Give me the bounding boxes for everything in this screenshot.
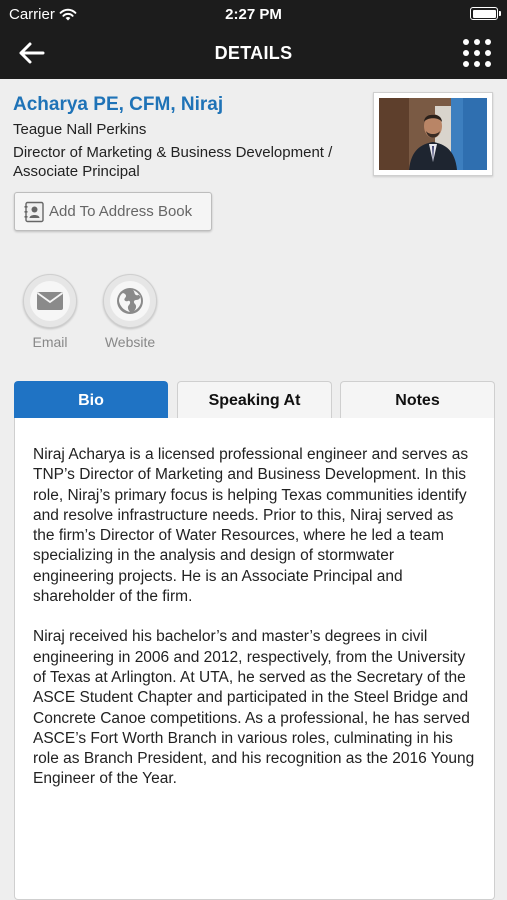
email-label: Email xyxy=(32,334,68,350)
grid-dot xyxy=(463,50,469,56)
page-title: DETAILS xyxy=(214,43,293,63)
grid-dot xyxy=(485,39,491,45)
grid-dot xyxy=(485,50,491,56)
job-title: Director of Marketing & Business Develop… xyxy=(13,144,333,180)
contact-name: Acharya PE, CFM, Niraj xyxy=(13,94,224,115)
globe-icon xyxy=(117,288,143,314)
add-to-address-book-label: Add To Address Book xyxy=(49,203,193,220)
grid-dot xyxy=(485,61,491,67)
details-content: Acharya PE, CFM, Niraj Teague Nall Perki… xyxy=(0,79,507,900)
grid-dot xyxy=(463,61,469,67)
website-circle-button[interactable] xyxy=(103,274,157,328)
website-label: Website xyxy=(104,334,156,350)
navigation-bar: DETAILS xyxy=(0,28,507,79)
add-to-address-book-button[interactable]: Add To Address Book xyxy=(14,192,212,231)
company-name: Teague Nall Perkins xyxy=(13,121,147,138)
tab-notes[interactable]: Notes xyxy=(340,381,495,419)
grid-dot xyxy=(474,61,480,67)
bio-paragraph: Niraj received his bachelor’s and master… xyxy=(33,628,475,788)
tab-bio[interactable]: Bio xyxy=(14,381,168,419)
profile-photo xyxy=(373,92,493,176)
menu-grid-button[interactable] xyxy=(463,39,491,67)
bio-paragraph: Niraj Acharya is a licensed professional… xyxy=(33,446,469,606)
top-bar: Carrier 2:27 PM DETAILS xyxy=(0,0,507,79)
envelope-icon xyxy=(36,292,64,310)
grid-dot xyxy=(463,39,469,45)
email-circle-button[interactable] xyxy=(23,274,77,328)
website-action[interactable]: Website xyxy=(102,274,158,350)
tab-bar: Bio Speaking At Notes xyxy=(14,381,495,419)
status-time: 2:27 PM xyxy=(225,6,282,23)
bio-panel: Niraj Acharya is a licensed professional… xyxy=(14,418,495,900)
email-action[interactable]: Email xyxy=(22,274,78,350)
status-bar: Carrier 2:27 PM xyxy=(0,0,507,28)
grid-dot xyxy=(474,50,480,56)
grid-dot xyxy=(474,39,480,45)
person-portrait-image xyxy=(379,98,487,170)
address-book-icon xyxy=(24,201,44,222)
profile-photo-image xyxy=(379,98,487,170)
battery-icon xyxy=(470,7,501,20)
tab-speaking-at[interactable]: Speaking At xyxy=(177,381,332,419)
